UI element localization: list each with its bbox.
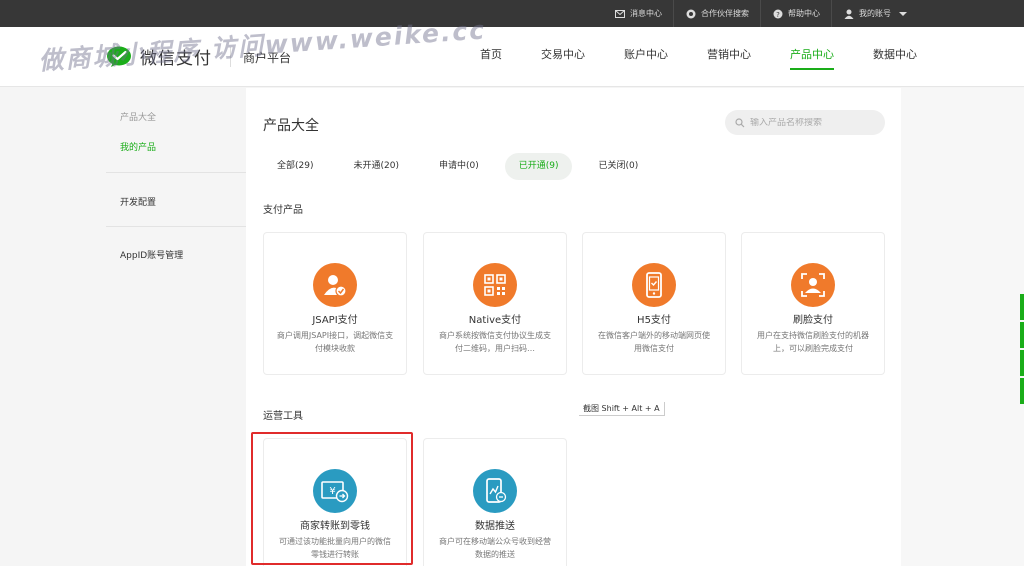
jsapi-pay-icon <box>313 263 357 307</box>
tab-not-opened[interactable]: 未开通(20) <box>339 153 412 180</box>
logo-divider <box>230 47 231 67</box>
card-desc: 商户系统按微信支付协议生成支付二维码，用户扫码… <box>439 331 551 353</box>
face-pay-icon <box>791 263 835 307</box>
logo-text: 微信支付 <box>140 49 212 69</box>
user-icon <box>843 8 854 19</box>
sidebar-divider <box>106 172 246 173</box>
product-card-native[interactable]: Native支付 商户系统按微信支付协议生成支付二维码，用户扫码… <box>423 232 567 375</box>
wechat-pay-logo[interactable]: 微信支付 <box>107 44 212 69</box>
nav-marketing-center[interactable]: 营销中心 <box>694 27 764 87</box>
card-desc: 商户调用JSAPI接口，调起微信支付模块收款 <box>276 331 394 353</box>
mobile-pay-icon <box>632 263 676 307</box>
card-title: H5支付 <box>637 315 671 326</box>
tab-all[interactable]: 全部(29) <box>263 153 327 180</box>
card-title: 数据推送 <box>475 521 515 532</box>
search-icon <box>735 117 745 127</box>
partner-search-link[interactable]: 合作伙伴搜索 <box>673 0 760 27</box>
transfer-icon: ¥ <box>313 469 357 513</box>
my-account-link[interactable]: 我的账号 <box>831 0 918 27</box>
help-icon: ? <box>772 8 783 19</box>
chevron-down-icon <box>899 11 907 16</box>
section-title-operation-tools: 运营工具 <box>263 411 303 422</box>
nav-product-center[interactable]: 产品中心 <box>777 27 847 87</box>
sidebar-group-label: 产品大全 <box>120 113 157 123</box>
top-links: 消息中心 合作伙伴搜索 ? 帮助中心 我的账号 <box>603 0 918 27</box>
partner-search-label: 合作伙伴搜索 <box>701 9 749 18</box>
my-account-label: 我的账号 <box>859 9 891 18</box>
mail-icon <box>614 8 625 19</box>
card-title: Native支付 <box>468 315 522 326</box>
help-center-link[interactable]: ? 帮助中心 <box>760 0 831 27</box>
card-title: 刷脸支付 <box>793 315 833 326</box>
qrcode-icon <box>473 263 517 307</box>
svg-text:¥: ¥ <box>329 486 335 497</box>
product-card-merchant-transfer[interactable]: ¥ 商家转账到零钱 可通过该功能批量向用户的微信零钱进行转账 <box>263 438 407 566</box>
main-nav: 首页 交易中心 账户中心 营销中心 产品中心 数据中心 <box>454 27 930 87</box>
card-desc: 在微信客户端外的移动端网页使用微信支付 <box>598 331 710 353</box>
card-title: JSAPI支付 <box>312 315 358 326</box>
tab-opened[interactable]: 已开通(9) <box>504 153 573 180</box>
sidebar-item-appid-management[interactable]: AppID账号管理 <box>120 248 183 261</box>
svg-text:?: ? <box>776 11 780 19</box>
section-title-payment: 支付产品 <box>263 205 303 216</box>
card-desc: 可通过该功能批量向用户的微信零钱进行转账 <box>279 537 391 559</box>
product-card-data-push[interactable]: 数据推送 商户可在移动端公众号收到经营数据的推送 <box>423 438 567 566</box>
side-float-tab[interactable] <box>1020 350 1024 376</box>
nav-account-center[interactable]: 账户中心 <box>611 27 681 87</box>
card-desc: 商户可在移动端公众号收到经营数据的推送 <box>439 537 551 559</box>
sidebar-item-dev-config[interactable]: 开发配置 <box>120 195 156 208</box>
right-gutter <box>901 88 1024 566</box>
product-card-face-pay[interactable]: 刷脸支付 用户在支持微信刷脸支付的机器上，可以刷脸完成支付 <box>741 232 885 375</box>
sidebar: 产品大全 我的产品 开发配置 AppID账号管理 <box>106 88 246 566</box>
search-input[interactable] <box>750 117 880 128</box>
nav-home[interactable]: 首页 <box>467 27 515 87</box>
side-float-tab[interactable] <box>1020 378 1024 404</box>
wechat-pay-logo-icon <box>107 46 131 67</box>
screenshot-tooltip: 截图 Shift + Alt + A <box>579 402 665 416</box>
product-card-h5[interactable]: H5支付 在微信客户端外的移动端网页使用微信支付 <box>582 232 726 375</box>
header: 微信支付 商户平台 首页 交易中心 账户中心 营销中心 产品中心 数据中心 <box>0 27 1024 87</box>
side-float-tab[interactable] <box>1020 294 1024 320</box>
platform-label: 商户平台 <box>243 51 292 65</box>
top-bar: 消息中心 合作伙伴搜索 ? 帮助中心 我的账号 <box>0 0 1024 27</box>
product-card-jsapi[interactable]: JSAPI支付 商户调用JSAPI接口，调起微信支付模块收款 <box>263 232 407 375</box>
tab-applying[interactable]: 申请中(0) <box>425 153 493 180</box>
message-center-label: 消息中心 <box>630 9 662 18</box>
side-float-tab[interactable] <box>1020 322 1024 348</box>
tab-closed[interactable]: 已关闭(0) <box>584 153 652 180</box>
sidebar-item-my-products[interactable]: 我的产品 <box>120 140 156 153</box>
data-push-icon <box>473 469 517 513</box>
nav-data-center[interactable]: 数据中心 <box>860 27 930 87</box>
product-search <box>725 110 885 135</box>
nav-trade-center[interactable]: 交易中心 <box>528 27 598 87</box>
card-desc: 用户在支持微信刷脸支付的机器上，可以刷脸完成支付 <box>757 331 869 353</box>
message-center-link[interactable]: 消息中心 <box>603 0 673 27</box>
main-content: 产品大全 全部(29) 未开通(20) 申请中(0) 已开通(9) 已关闭(0)… <box>246 88 901 566</box>
card-title: 商家转账到零钱 <box>300 521 370 532</box>
status-tabs: 全部(29) 未开通(20) 申请中(0) 已开通(9) 已关闭(0) <box>263 153 664 180</box>
partner-icon <box>685 8 696 19</box>
help-center-label: 帮助中心 <box>788 9 820 18</box>
page-title: 产品大全 <box>263 118 319 134</box>
sidebar-divider <box>106 226 246 227</box>
